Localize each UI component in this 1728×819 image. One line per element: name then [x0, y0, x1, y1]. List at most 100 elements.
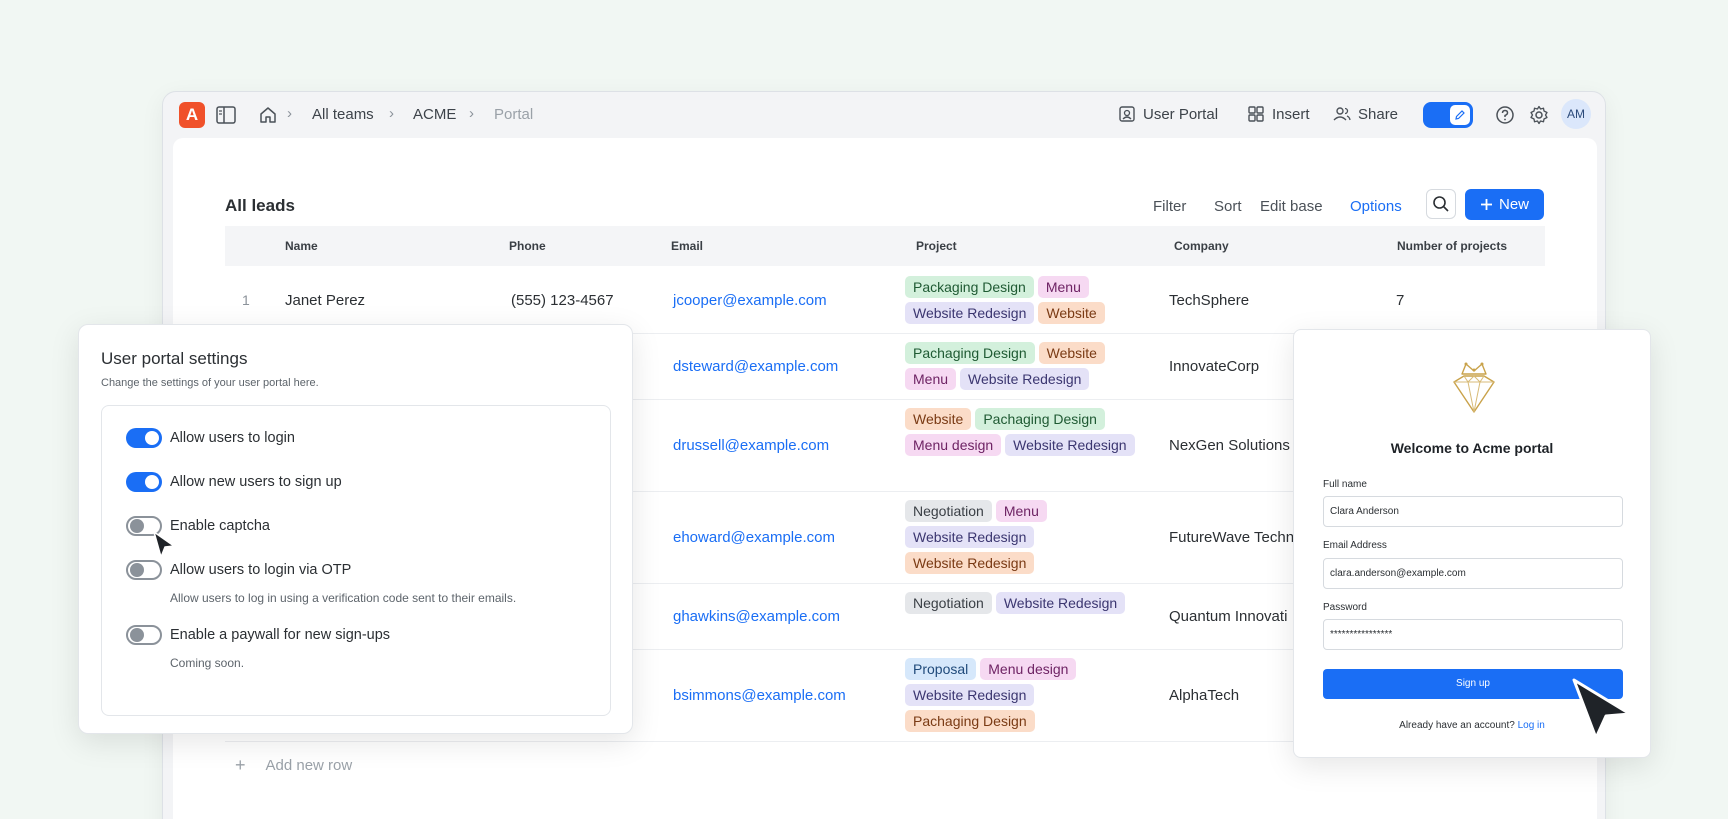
project-tag: Pachaging Design — [905, 342, 1035, 364]
column-header-project[interactable]: Project — [916, 239, 957, 253]
toggle-switch[interactable] — [126, 560, 162, 580]
cell-email[interactable]: drussell@example.com — [673, 437, 829, 454]
top-bar: A › All teams › ACME › Portal User Porta… — [163, 92, 1605, 138]
filter-button[interactable]: Filter — [1153, 198, 1186, 215]
share-button[interactable]: Share — [1333, 105, 1398, 123]
column-header-name[interactable]: Name — [285, 239, 318, 253]
add-new-row-label: Add new row — [265, 757, 353, 774]
settings-option: Allow users to login — [126, 428, 295, 448]
toggle-switch[interactable] — [126, 472, 162, 492]
project-tag: Menu — [1037, 276, 1089, 298]
help-icon[interactable] — [1494, 104, 1516, 126]
settings-option: Allow new users to sign up — [126, 472, 342, 492]
project-tag: Menu — [995, 500, 1047, 522]
cell-company: InnovateCorp — [1169, 358, 1260, 375]
project-tag: Packaging Design — [905, 276, 1034, 298]
option-label: Enable a paywall for new sign-ups — [170, 627, 391, 643]
project-tag: Website — [905, 408, 972, 430]
project-tag: Menu design — [980, 658, 1077, 680]
column-header-number-of-projects[interactable]: Number of projects — [1397, 239, 1507, 253]
column-header-phone[interactable]: Phone — [509, 239, 546, 253]
mouse-cursor-icon — [153, 531, 175, 558]
user-portal-settings-panel: User portal settings Change the settings… — [78, 324, 633, 734]
project-tag: Website Redesign — [905, 302, 1035, 324]
breadcrumb-acme[interactable]: ACME — [413, 106, 456, 123]
chevron-right-icon: › — [469, 105, 474, 122]
user-portal-label: User Portal — [1143, 105, 1219, 123]
column-header-email[interactable]: Email — [671, 239, 703, 253]
app-logo[interactable]: A — [179, 102, 205, 128]
column-header-company[interactable]: Company — [1174, 239, 1229, 253]
settings-title: User portal settings — [101, 349, 248, 368]
full-name-field[interactable]: Clara Anderson — [1323, 496, 1623, 527]
project-tag: Menu design — [905, 434, 1002, 456]
project-tag: Website Redesign — [1005, 434, 1135, 456]
users-icon — [1333, 107, 1351, 121]
plus-icon: + — [235, 755, 246, 775]
search-icon — [1433, 196, 1449, 212]
row-number: 1 — [242, 292, 250, 308]
insert-button[interactable]: Insert — [1247, 105, 1310, 123]
settings-option: Enable a paywall for new sign-ups — [126, 625, 390, 645]
sidebar-toggle-icon[interactable] — [215, 104, 237, 126]
cell-company: AlphaTech — [1169, 687, 1240, 704]
project-tag: Website Redesign — [960, 368, 1090, 390]
settings-options-box: Allow users to login Allow new users to s… — [101, 405, 611, 716]
option-label: Allow new users to sign up — [170, 474, 342, 490]
cell-email[interactable]: ghawkins@example.com — [673, 608, 840, 625]
cell-name: Janet Perez — [285, 292, 366, 309]
new-button[interactable]: New — [1465, 189, 1544, 220]
cell-email[interactable]: bsimmons@example.com — [673, 687, 846, 704]
options-button[interactable]: Options — [1350, 198, 1402, 215]
project-tag: Pachaging Design — [905, 710, 1035, 732]
add-new-row-button[interactable]: + Add new row — [235, 755, 352, 776]
project-tag: Website Redesign — [905, 526, 1035, 548]
project-tag: Menu — [905, 368, 957, 390]
edit-base-button[interactable]: Edit base — [1260, 198, 1323, 215]
insert-label: Insert — [1272, 105, 1310, 123]
gear-icon[interactable] — [1528, 104, 1550, 126]
mouse-cursor-icon — [1572, 678, 1632, 740]
option-label: Allow users to login — [170, 430, 295, 446]
cell-email[interactable]: dsteward@example.com — [673, 358, 838, 375]
chevron-right-icon: › — [287, 105, 292, 122]
user-portal-button[interactable]: User Portal — [1118, 105, 1218, 123]
cell-company: TechSphere — [1169, 292, 1250, 309]
project-tags: Website Pachaging Design Menu design Websit… — [905, 408, 1135, 456]
settings-option: Enable captcha — [126, 516, 270, 536]
diamond-crown-logo — [1453, 362, 1495, 413]
email-field[interactable]: clara.anderson@example.com — [1323, 558, 1623, 589]
cell-company: NexGen Solutions — [1169, 437, 1290, 454]
cell-email[interactable]: ehoward@example.com — [673, 529, 835, 546]
plus-icon — [1480, 199, 1492, 210]
avatar[interactable]: AM — [1561, 99, 1591, 129]
cell-phone: (555) 123-4567 — [511, 292, 614, 309]
password-field[interactable]: **************** — [1323, 619, 1623, 650]
breadcrumb-all-teams[interactable]: All teams — [312, 106, 374, 123]
search-button[interactable] — [1426, 189, 1456, 219]
cell-email[interactable]: jcooper@example.com — [673, 292, 827, 309]
table-header: Name Phone Email Project Company Number … — [225, 226, 1545, 266]
project-tag: Website — [1038, 302, 1105, 324]
project-tags: Negotiation Website Redesign — [905, 592, 1135, 614]
password-label: Password — [1323, 602, 1367, 613]
log-in-link[interactable]: Log in — [1518, 720, 1545, 731]
project-tags: Proposal Menu design Website Redesign Pacha… — [905, 658, 1135, 732]
toggle-switch[interactable] — [126, 625, 162, 645]
sort-button[interactable]: Sort — [1214, 198, 1242, 215]
project-tag: Negotiation — [905, 592, 992, 614]
project-tag: Negotiation — [905, 500, 992, 522]
home-icon[interactable] — [257, 104, 279, 126]
project-tags: Pachaging Design Website Menu Website Redes… — [905, 342, 1135, 390]
settings-option: Allow users to login via OTP — [126, 560, 351, 580]
project-tags: Negotiation Menu Website Redesign Website R… — [905, 500, 1135, 574]
login-title: Welcome to Acme portal — [1390, 440, 1554, 456]
email-label: Email Address — [1323, 540, 1387, 551]
login-footer-text: Already have an account? — [1399, 720, 1515, 731]
breadcrumb-portal: Portal — [494, 106, 534, 123]
option-label: Enable captcha — [170, 518, 270, 534]
option-label: Allow users to login via OTP — [170, 562, 352, 578]
toggle-switch[interactable] — [126, 428, 162, 448]
edit-mode-toggle[interactable] — [1423, 102, 1473, 128]
project-tag: Website Redesign — [905, 684, 1035, 706]
